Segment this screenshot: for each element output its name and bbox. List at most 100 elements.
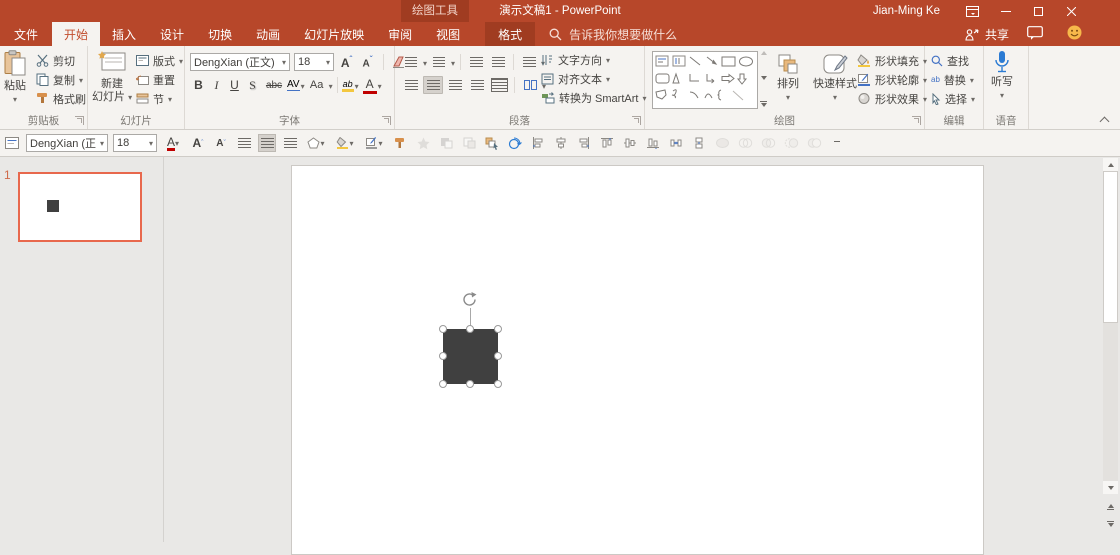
gallery-scroll-down-button[interactable] [761,76,767,80]
selected-rectangle-shape[interactable] [443,329,498,384]
character-spacing-button[interactable]: AV [287,79,300,91]
replace-button[interactable]: ab 替换 [931,70,975,89]
align-text-button[interactable]: 对齐文本 [541,69,646,88]
text-direction-button[interactable]: 文字方向 [541,50,646,69]
qat-change-shape-button[interactable] [304,134,328,152]
panel-divider[interactable] [163,157,164,542]
tab-home[interactable]: 开始 [52,22,100,46]
scrollbar-thumb[interactable] [1103,171,1118,323]
qat-send-backward-button[interactable] [460,134,478,152]
next-slide-button[interactable] [1103,517,1118,530]
qat-merge-intersect-button[interactable] [782,134,800,152]
paragraph-dialog-launcher[interactable] [632,116,641,125]
align-right-button[interactable] [445,76,465,94]
collapse-ribbon-button[interactable] [1096,114,1112,126]
highlight-color-button[interactable]: ab [342,79,354,92]
resize-handle-ne[interactable] [494,325,502,333]
qat-align-objects-bottom-button[interactable] [644,134,662,152]
ribbon-display-options-button[interactable] [956,0,989,22]
slide-thumbnail[interactable] [18,172,142,242]
gallery-scroll-up-button[interactable] [761,51,767,55]
qat-group-button[interactable] [690,134,708,152]
copy-button[interactable]: 复制 [36,70,86,89]
previous-slide-button[interactable] [1103,500,1118,513]
numbering-button[interactable] [429,53,449,71]
shape-effects-button[interactable]: 形状效果 [857,89,927,108]
font-name-combo[interactable]: DengXian (正文) [190,53,290,71]
grow-font-button[interactable]: Aˆ [338,55,355,70]
qat-align-objects-left-button[interactable] [529,134,547,152]
bullets-button[interactable] [401,53,421,71]
resize-handle-n[interactable] [466,325,474,333]
tab-file[interactable]: 文件 [0,22,52,46]
format-painter-button[interactable]: 格式刷 [36,89,86,108]
bold-button[interactable]: B [190,78,207,92]
share-button[interactable]: 共享 [965,26,1009,43]
vertical-scrollbar[interactable] [1103,158,1118,494]
new-slide-button[interactable]: 新建 幻灯片 [92,50,132,104]
tab-animations[interactable]: 动画 [244,22,292,46]
increase-indent-button[interactable] [488,53,508,71]
tab-view[interactable]: 视图 [424,22,472,46]
feedback-smiley-button[interactable] [1067,25,1082,43]
shapes-gallery[interactable] [652,51,758,109]
qat-merge-subtract-button[interactable] [805,134,823,152]
qat-bring-forward-button[interactable] [437,134,455,152]
qat-rotate-button[interactable] [506,134,524,152]
qat-font-color-button[interactable]: A [162,134,184,152]
justify-button[interactable] [467,76,487,94]
qat-format-painter-button[interactable] [391,134,409,152]
quick-styles-button[interactable]: 快速样式 [813,52,857,104]
slide-canvas[interactable] [291,165,984,555]
rotation-handle[interactable] [461,291,479,313]
qat-animation-star-button[interactable] [414,134,432,152]
layout-button[interactable]: 版式 [136,51,183,70]
minimize-button[interactable] [989,0,1022,22]
text-shadow-button[interactable]: S [244,78,261,93]
convert-smartart-button[interactable]: 转换为 SmartArt [541,88,646,107]
tab-format[interactable]: 格式 [485,22,535,46]
select-button[interactable]: 选择 [931,89,975,108]
close-button[interactable] [1055,0,1088,22]
qat-align-objects-middle-button[interactable] [621,134,639,152]
align-left-button[interactable] [401,76,421,94]
cut-button[interactable]: 剪切 [36,51,86,70]
tab-review[interactable]: 审阅 [376,22,424,46]
decrease-indent-button[interactable] [466,53,486,71]
gallery-more-button[interactable] [760,101,767,107]
change-case-button[interactable]: Aa [306,79,328,91]
qat-align-left-button[interactable] [235,134,253,152]
qat-align-objects-center-button[interactable] [552,134,570,152]
font-dialog-launcher[interactable] [382,116,391,125]
qat-align-objects-right-button[interactable] [575,134,593,152]
qat-reorder-objects-button[interactable] [483,134,501,152]
section-button[interactable]: 节 [136,89,183,108]
find-button[interactable]: 查找 [931,51,975,70]
shape-fill-button[interactable]: 形状填充 [857,51,927,70]
font-size-combo[interactable]: 18 [294,53,334,71]
italic-button[interactable]: I [208,78,225,93]
qat-grow-font-button[interactable]: Aˆ [189,134,207,152]
distribute-text-button[interactable] [489,76,509,94]
qat-distribute-horizontally-button[interactable] [667,134,685,152]
strikethrough-button[interactable]: abc [262,80,286,91]
tab-transitions[interactable]: 切换 [196,22,244,46]
resize-handle-nw[interactable] [439,325,447,333]
resize-handle-se[interactable] [494,380,502,388]
qat-shape-outline-button[interactable] [362,134,386,152]
qat-font-name-combo[interactable]: DengXian (正 [26,134,108,152]
qat-overflow-button[interactable] [828,134,846,152]
qat-merge-combine-button[interactable] [736,134,754,152]
align-center-button[interactable] [423,76,443,94]
reset-button[interactable]: 重置 [136,70,183,89]
qat-shape-fill-button[interactable] [333,134,357,152]
tab-insert[interactable]: 插入 [100,22,148,46]
scroll-down-button[interactable] [1103,481,1118,494]
qat-align-center-button[interactable] [258,134,276,152]
tab-design[interactable]: 设计 [148,22,196,46]
paste-button[interactable]: 粘贴 [3,50,27,106]
resize-handle-w[interactable] [439,352,447,360]
tab-slideshow[interactable]: 幻灯片放映 [292,22,376,46]
shrink-font-button[interactable]: Aˇ [359,55,376,69]
scroll-up-button[interactable] [1103,158,1118,171]
